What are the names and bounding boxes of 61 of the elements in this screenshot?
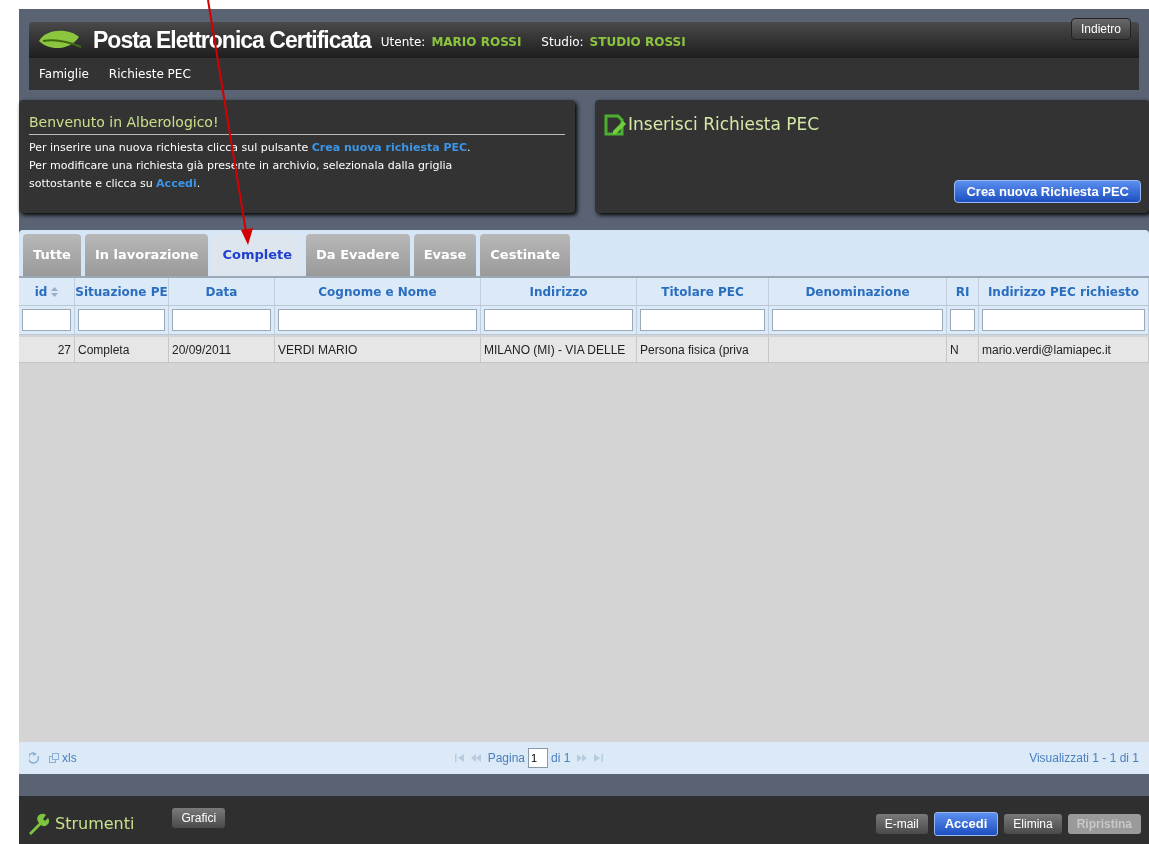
user-label: Utente: <box>380 34 426 51</box>
column-header[interactable]: id <box>34 282 48 301</box>
table-cell-text: 20/09/2011 <box>172 341 232 359</box>
filter-field[interactable] <box>772 309 943 331</box>
column-header[interactable]: Indirizzo <box>529 282 588 301</box>
export-icon[interactable] <box>49 753 59 763</box>
page-field[interactable]: 1 <box>528 748 549 768</box>
welcome-title: Benvenuto in Alberologico! <box>29 112 565 135</box>
wrench-icon <box>27 813 49 835</box>
export-link[interactable]: xls <box>62 749 77 767</box>
table-cell-text: 27 <box>57 341 71 359</box>
table-cell-text: N <box>950 341 959 359</box>
menu-item[interactable]: Richieste PEC <box>108 65 191 83</box>
column-header[interactable]: Denominazione <box>805 282 910 301</box>
page-total: di 1 <box>551 750 571 767</box>
create-request-button[interactable]: Crea nuova Richiesta PEC <box>954 179 1141 203</box>
sort-icon[interactable] <box>51 286 59 297</box>
pager-nav-icon[interactable] <box>577 754 588 762</box>
column-header[interactable]: Indirizzo PEC richiesto <box>987 282 1140 301</box>
action-button[interactable]: Elimina <box>1004 814 1062 834</box>
tab[interactable]: Complete <box>212 234 303 276</box>
column-header[interactable]: RI <box>955 282 970 301</box>
filter-field[interactable] <box>278 309 477 331</box>
filter-field[interactable] <box>22 309 71 331</box>
table-cell-text: mario.verdi@lamiapec.it <box>982 341 1111 359</box>
page-label: Pagina <box>487 750 526 767</box>
studio-label: Studio: <box>541 34 584 51</box>
column-header[interactable]: Data <box>205 282 238 301</box>
pager-nav-icon[interactable] <box>593 754 604 762</box>
table-cell-text: VERDI MARIO <box>278 341 358 359</box>
filter-field[interactable] <box>982 309 1145 331</box>
table-cell-text: Persona fisica (priva <box>640 341 749 359</box>
tab[interactable]: Tutte <box>23 234 81 276</box>
refresh-icon[interactable] <box>29 752 39 764</box>
studio-name: STUDIO ROSSI <box>589 34 686 51</box>
user-name: MARIO ROSSI <box>431 34 522 51</box>
column-header[interactable]: Cognome e Nome <box>318 282 437 301</box>
column-header[interactable]: Titolare PEC <box>661 282 744 301</box>
tab[interactable]: Cestinate <box>480 234 571 276</box>
back-button[interactable]: Indietro <box>1070 18 1131 40</box>
menu-item[interactable]: Famiglie <box>39 65 89 83</box>
toolbar-title: Strumenti <box>55 813 135 835</box>
charts-button[interactable]: Grafici <box>172 808 226 828</box>
tab[interactable]: Da Evadere <box>306 234 410 276</box>
action-button[interactable]: Accedi <box>933 812 999 836</box>
filter-field[interactable] <box>172 309 271 331</box>
record-count: Visualizzati 1 - 1 di 1 <box>1029 750 1139 767</box>
pager-nav-icon[interactable] <box>454 754 465 762</box>
tab[interactable]: In lavorazione <box>84 234 209 276</box>
table-cell-text: MILANO (MI) - VIA DELLE <box>484 341 626 359</box>
filter-field[interactable] <box>78 309 165 331</box>
filter-field[interactable] <box>640 309 765 331</box>
column-header[interactable]: Situazione PE <box>75 282 168 301</box>
filter-field[interactable] <box>484 309 633 331</box>
filter-field[interactable] <box>950 309 975 331</box>
table-cell-text: Completa <box>78 341 130 359</box>
pager-nav-icon[interactable] <box>470 754 481 762</box>
panel-title: Inserisci Richiesta PEC <box>628 113 820 136</box>
document-pencil-icon <box>603 112 627 137</box>
action-button[interactable]: E-mail <box>875 814 928 834</box>
tab[interactable]: Evase <box>413 234 477 276</box>
